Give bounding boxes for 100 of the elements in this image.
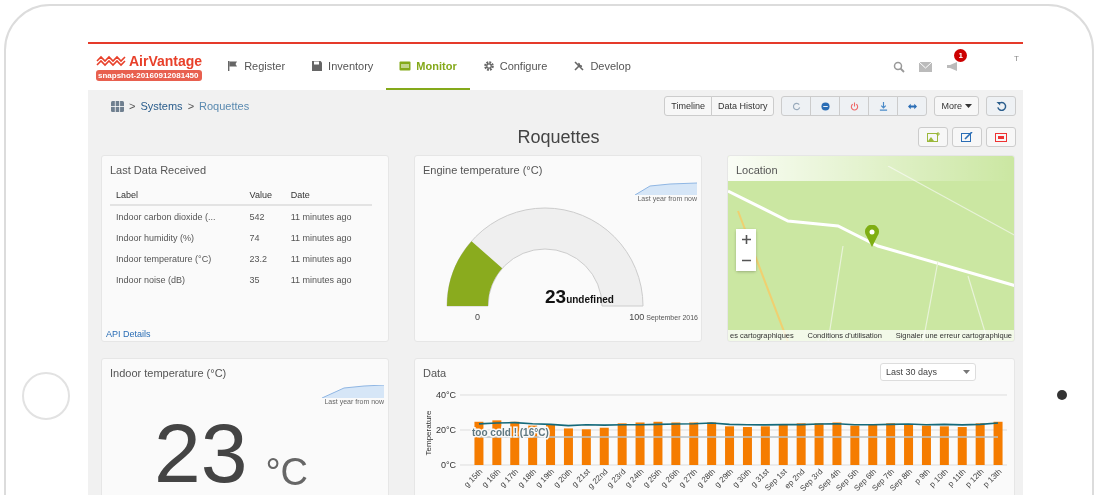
bar xyxy=(653,421,663,465)
edge-text: T xyxy=(1014,54,1019,63)
bar xyxy=(939,426,949,465)
nav-tab[interactable]: Develop xyxy=(560,44,644,90)
y-axis-label: Temperature xyxy=(424,410,433,456)
logo-text: AirVantage xyxy=(129,53,203,69)
add-chart-button[interactable] xyxy=(918,127,948,147)
table-cell-text: Indoor temperature (°C) xyxy=(115,253,213,266)
bar xyxy=(796,423,806,465)
gauge-value: 23 xyxy=(545,286,567,308)
card-title: Indoor temperature (°C) xyxy=(109,366,228,379)
bar xyxy=(563,428,573,465)
table-cell-text: 11 minutes ago xyxy=(289,232,353,245)
bar xyxy=(850,425,860,465)
nav-tab[interactable]: Configure xyxy=(469,44,561,90)
bar xyxy=(707,422,717,465)
table-cell-text: Indoor noise (dB) xyxy=(115,274,187,287)
table-cell: 542 xyxy=(243,205,285,227)
bar xyxy=(760,426,770,465)
column-header: Date xyxy=(284,186,372,205)
table-cell-text: 74 xyxy=(248,232,261,245)
table-cell: Indoor carbon dioxide (... xyxy=(110,205,244,227)
bar xyxy=(957,427,967,465)
bar xyxy=(814,423,824,465)
bar xyxy=(742,427,752,465)
page-title: Roquettes xyxy=(517,126,600,148)
download-button[interactable] xyxy=(868,96,899,116)
breadcrumb-link[interactable]: Systems xyxy=(140,100,183,112)
card-title: Last Data Received xyxy=(109,163,207,176)
sync-button[interactable] xyxy=(810,96,841,116)
edit-button[interactable] xyxy=(952,127,982,147)
flag-icon xyxy=(227,60,240,72)
grid-icon xyxy=(111,100,124,112)
bar xyxy=(581,429,591,465)
table-cell-text: 23.2 xyxy=(248,253,269,266)
more-dropdown[interactable]: More xyxy=(934,96,979,116)
bar xyxy=(975,423,985,465)
bar xyxy=(599,427,609,465)
delete-dashboard-button[interactable] xyxy=(986,127,1016,147)
nav-tab[interactable]: Register xyxy=(214,44,299,90)
gauge-min-label: 0 xyxy=(475,312,480,322)
table-cell-text: 11 minutes ago xyxy=(289,274,353,287)
table-cell-text: Indoor humidity (%) xyxy=(115,232,196,245)
move-button[interactable] xyxy=(897,96,928,116)
sparkline-drawing xyxy=(322,385,384,398)
edit-icon xyxy=(961,132,973,142)
caret-icon xyxy=(965,104,972,108)
y-tick-label: 0°C xyxy=(440,460,456,470)
undo-icon xyxy=(995,100,1007,112)
table-cell-text: 11 minutes ago xyxy=(289,253,353,266)
plus-icon xyxy=(741,235,751,244)
nav-tab[interactable]: Inventory xyxy=(298,44,387,90)
zoom-in-button[interactable] xyxy=(736,229,756,250)
bar xyxy=(921,425,931,465)
logo-icon xyxy=(96,54,126,68)
y-tick-label: 40°C xyxy=(435,390,456,400)
power-icon xyxy=(850,101,859,111)
arrows-icon xyxy=(908,101,917,111)
snapshot-badge: snapshot-20160912081450 xyxy=(96,70,203,81)
bar xyxy=(778,424,788,465)
breadcrumb-separator: > xyxy=(187,100,195,112)
add-image-icon xyxy=(926,132,940,142)
undo-button[interactable] xyxy=(986,96,1016,116)
search-icon[interactable] xyxy=(893,61,906,73)
bar xyxy=(635,422,645,465)
bar xyxy=(993,421,1003,465)
sparkline-drawing xyxy=(635,182,697,195)
refresh-icon xyxy=(792,101,801,111)
api-details-link[interactable]: API Details xyxy=(106,329,151,339)
bar xyxy=(868,424,878,465)
table-cell: 11 minutes ago xyxy=(284,205,372,227)
toolbar-button[interactable]: Timeline xyxy=(664,96,712,116)
bar xyxy=(725,426,735,465)
column-header: Value xyxy=(243,186,285,205)
card-title: Data xyxy=(422,366,448,379)
bar xyxy=(510,421,520,465)
map-pin-icon xyxy=(865,225,879,247)
range-dropdown[interactable]: Last 30 days xyxy=(880,363,976,381)
column-header: Label xyxy=(110,186,244,205)
bar xyxy=(617,423,627,465)
notification-badge: 1 xyxy=(954,49,968,62)
camera-dot xyxy=(1057,390,1067,400)
dashboard-remove-icon xyxy=(995,132,1007,142)
power-button[interactable] xyxy=(839,96,870,116)
bar xyxy=(886,423,896,465)
gauge-max-label: 100 xyxy=(629,312,645,322)
bar xyxy=(671,422,681,465)
toolbar-button[interactable]: Data History xyxy=(710,96,775,116)
bar xyxy=(904,424,914,465)
gear-icon xyxy=(482,60,495,72)
breadcrumb-separator: > xyxy=(129,100,136,112)
grid-icon xyxy=(399,60,412,72)
sync-icon xyxy=(821,101,830,111)
download-icon xyxy=(879,101,888,111)
temperature-unit: °C xyxy=(265,453,309,491)
gauge-unit: undefined xyxy=(566,294,614,305)
bar xyxy=(689,422,699,465)
card-title: Engine temperature (°C) xyxy=(422,163,544,176)
temperature-value: 23 xyxy=(153,411,248,495)
mail-icon[interactable] xyxy=(919,62,933,72)
